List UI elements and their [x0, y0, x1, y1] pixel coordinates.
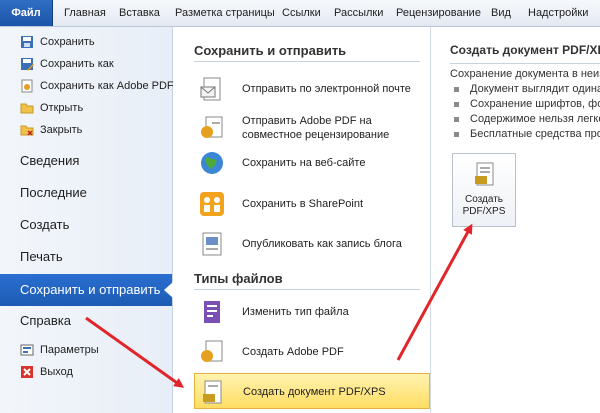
save-icon: [21, 36, 33, 48]
save-to-web-label: Сохранить на веб-сайте: [242, 157, 366, 169]
exit-icon: [21, 366, 33, 378]
details-bullet: Бесплатные средства просм: [454, 128, 600, 140]
open-command[interactable]: Открыть: [0, 97, 170, 119]
close-command-label: Закрыть: [40, 124, 83, 136]
email-icon: [200, 77, 221, 101]
save-as-icon: [21, 58, 34, 71]
publish-blog-option[interactable]: Опубликовать как запись блога: [194, 226, 430, 262]
change-file-type-icon: [204, 301, 220, 323]
change-file-type-option[interactable]: Изменить тип файла: [194, 294, 430, 330]
pdf-review-icon: [201, 116, 223, 138]
details-intro: Сохранение документа в неизме: [450, 68, 600, 80]
publish-blog-label: Опубликовать как запись блога: [242, 238, 402, 250]
save-command[interactable]: Сохранить: [0, 31, 170, 53]
tab-page-layout[interactable]: Разметка страницы: [175, 0, 275, 26]
sharepoint-icon: [200, 192, 224, 216]
tab-file[interactable]: Файл: [0, 0, 53, 26]
details-bullet: Сохранение шрифтов, форм: [454, 98, 600, 110]
section-divider: [194, 61, 420, 62]
details-bullet: Содержимое нельзя легко и: [454, 113, 600, 125]
panel-divider: [430, 27, 431, 413]
tab-mailings[interactable]: Рассылки: [334, 0, 383, 26]
exit-command-label: Выход: [40, 366, 73, 378]
save-command-label: Сохранить: [40, 36, 95, 48]
create-pdf-xps-label: Создать документ PDF/XPS: [243, 386, 386, 398]
open-folder-icon: [20, 103, 34, 114]
save-to-web-option[interactable]: Сохранить на веб-сайте: [194, 145, 430, 181]
create-adobe-pdf-label: Создать Adobe PDF: [242, 346, 344, 358]
tab-insert[interactable]: Вставка: [119, 0, 160, 26]
tab-home[interactable]: Главная: [64, 0, 106, 26]
ribbon-tabs: Файл Главная Вставка Разметка страницы С…: [0, 0, 600, 27]
nav-info[interactable]: Сведения: [0, 145, 172, 177]
tab-references[interactable]: Ссылки: [282, 0, 321, 26]
file-types-section-title: Типы файлов: [194, 271, 283, 286]
send-email-option[interactable]: Отправить по электронной почте: [194, 71, 430, 107]
blog-icon: [202, 232, 222, 256]
nav-print[interactable]: Печать: [0, 241, 172, 273]
save-send-panel: Сохранить и отправить Отправить по элект…: [180, 27, 430, 413]
pdf-xps-details-panel: Создать документ PDF/XPS Сохранение доку…: [440, 27, 600, 413]
create-pdf-xps-button-label: Создать PDF/XPS: [462, 194, 506, 217]
globe-icon: [201, 152, 223, 174]
save-as-pdf-command[interactable]: Сохранить как Adobe PDF: [0, 75, 174, 97]
exit-command[interactable]: Выход: [0, 361, 170, 383]
send-pdf-review-option[interactable]: Отправить Adobe PDF на совместное реценз…: [194, 110, 430, 146]
pdf-xps-document-icon: [475, 162, 494, 186]
tab-review[interactable]: Рецензирование: [396, 0, 481, 26]
create-pdf-xps-button[interactable]: Создать PDF/XPS: [452, 153, 516, 227]
options-icon: [20, 344, 34, 356]
tab-view[interactable]: Вид: [491, 0, 511, 26]
create-pdf-xps-option[interactable]: Создать документ PDF/XPS: [194, 373, 430, 409]
send-pdf-review-label: Отправить Adobe PDF на совместное реценз…: [242, 115, 390, 141]
save-as-command[interactable]: Сохранить как: [0, 53, 170, 75]
save-to-sharepoint-label: Сохранить в SharePoint: [242, 198, 364, 210]
send-email-label: Отправить по электронной почте: [242, 83, 411, 95]
change-file-type-label: Изменить тип файла: [242, 306, 349, 318]
nav-recent[interactable]: Последние: [0, 177, 172, 209]
details-bullet: Документ выглядит одинако: [454, 83, 600, 95]
options-command-label: Параметры: [40, 344, 99, 356]
pdf-xps-icon: [203, 380, 222, 404]
adobe-pdf-icon: [201, 340, 223, 362]
backstage-nav: Сохранить Сохранить как Сохранить как Ad…: [0, 27, 174, 413]
nav-new[interactable]: Создать: [0, 209, 172, 241]
close-command[interactable]: Закрыть: [0, 119, 170, 141]
save-to-sharepoint-option[interactable]: Сохранить в SharePoint: [194, 186, 430, 222]
tab-addins[interactable]: Надстройки: [528, 0, 588, 26]
open-command-label: Открыть: [40, 102, 84, 114]
save-as-pdf-icon: [21, 79, 33, 93]
nav-save-and-send[interactable]: Сохранить и отправить: [0, 274, 173, 306]
save-send-section-title: Сохранить и отправить: [194, 43, 347, 58]
create-adobe-pdf-option[interactable]: Создать Adobe PDF: [194, 334, 430, 370]
section-divider: [450, 63, 600, 64]
nav-help[interactable]: Справка: [0, 305, 172, 337]
save-as-command-label: Сохранить как: [40, 58, 114, 70]
save-as-pdf-command-label: Сохранить как Adobe PDF: [40, 80, 174, 92]
options-command[interactable]: Параметры: [0, 339, 170, 361]
close-folder-icon: [20, 125, 34, 136]
section-divider: [194, 289, 420, 290]
details-title: Создать документ PDF/XPS: [450, 43, 600, 57]
